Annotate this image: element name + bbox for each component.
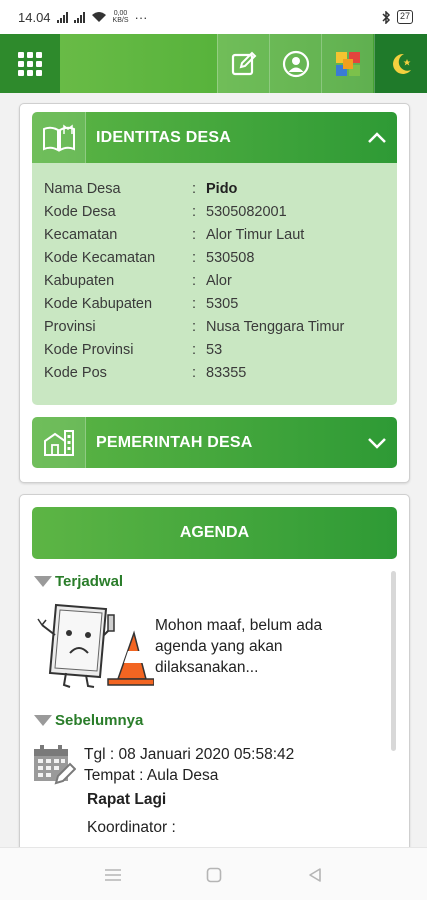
tiles-icon (335, 51, 360, 76)
info-colon: : (192, 364, 197, 381)
status-bar: 14.04 0,00 KB/S ··· 27 (0, 0, 427, 34)
info-row-kode-kecamatan: Kode Kecamatan : 530508 (32, 246, 397, 269)
chevron-down-icon[interactable] (357, 437, 397, 449)
system-nav-bar (0, 847, 427, 900)
home-square-icon (206, 867, 222, 883)
info-value: Alor (206, 272, 232, 289)
terjadwal-label: Terjadwal (55, 573, 124, 590)
info-value: Alor Timur Laut (206, 226, 305, 243)
info-colon: : (192, 180, 197, 197)
agenda-card: AGENDA Terjadwal Mohon maaf, belum ada a… (19, 494, 410, 864)
pemerintah-title: PEMERINTAH DESA (96, 433, 253, 451)
info-row-kode-kabupaten: Kode Kabupaten : 5305 (32, 292, 397, 315)
battery-icon: 27 (396, 10, 413, 24)
chevron-up-icon[interactable] (357, 131, 397, 144)
info-colon: : (192, 295, 197, 312)
bluetooth-icon (382, 10, 391, 24)
tiles-button[interactable] (321, 34, 373, 93)
info-row-kecamatan: Kecamatan : Alor Timur Laut (32, 223, 397, 246)
info-label: Kode Kecamatan (44, 249, 156, 266)
status-left: 14.04 0,00 KB/S ··· (18, 10, 148, 25)
agenda-scrollbar[interactable] (391, 571, 396, 751)
info-value: 530508 (206, 249, 255, 266)
info-row-kabupaten: Kabupaten : Alor (32, 269, 397, 292)
info-colon: : (192, 226, 197, 243)
info-value: 5305082001 (206, 203, 287, 220)
back-triangle-icon (309, 868, 321, 882)
moon-star-icon (393, 53, 411, 74)
back-button[interactable] (303, 865, 327, 885)
agenda-item-date: Tgl : 08 Januari 2020 05:58:42 (84, 746, 295, 763)
user-icon (282, 50, 309, 77)
info-colon: : (192, 203, 197, 220)
menu-lines-icon (105, 869, 121, 881)
empty-agenda-message: Mohon maaf, belum ada agenda yang akan d… (155, 617, 323, 676)
info-row-kode-provinsi: Kode Provinsi : 53 (32, 338, 397, 361)
sebelumnya-label: Sebelumnya (55, 712, 144, 729)
info-label: Kode Desa (44, 203, 116, 220)
info-value: Pido (206, 180, 238, 197)
net-speed: 0,00 KB/S (113, 10, 129, 24)
info-row-provinsi: Provinsi : Nusa Tenggara Timur (32, 315, 397, 338)
info-label: Kabupaten (44, 272, 115, 289)
calendar-edit-icon (34, 745, 76, 785)
info-colon: : (192, 318, 197, 335)
edit-button[interactable] (217, 34, 269, 93)
info-value: 5305 (206, 295, 239, 312)
info-colon: : (192, 272, 197, 289)
signal-icon (56, 11, 68, 23)
theme-button[interactable] (374, 34, 427, 93)
info-value: Nusa Tenggara Timur (206, 318, 345, 335)
info-row-nama-desa: Nama Desa : Pido (32, 177, 397, 200)
book-icon (32, 112, 86, 163)
collapse-triangle-icon (34, 715, 52, 726)
identitas-panel: Nama Desa : Pido Kode Desa : 5305082001 … (32, 163, 397, 405)
grid-menu-button[interactable] (0, 34, 60, 93)
info-value: 83355 (206, 364, 247, 381)
identitas-header[interactable]: IDENTITAS DESA (32, 112, 397, 163)
edit-icon (231, 51, 256, 75)
signal-icon-2 (73, 11, 85, 23)
collapse-triangle-icon (34, 576, 52, 587)
info-label: Nama Desa (44, 180, 121, 197)
info-value: 53 (206, 341, 223, 358)
sad-device-cone-illustration (37, 603, 154, 688)
app-bar (0, 34, 427, 93)
pemerintah-header[interactable]: PEMERINTAH DESA (32, 417, 397, 468)
home-button[interactable] (202, 865, 226, 885)
building-icon (32, 417, 86, 468)
info-row-kode-desa: Kode Desa : 5305082001 (32, 200, 397, 223)
info-label: Kode Kabupaten (44, 295, 153, 312)
profile-button[interactable] (269, 34, 321, 93)
clock: 14.04 (18, 9, 51, 25)
grid-menu-icon (18, 51, 42, 76)
recent-apps-button[interactable] (101, 865, 125, 885)
info-label: Provinsi (44, 318, 96, 335)
net-speed-unit: KB/S (112, 17, 129, 24)
info-colon: : (192, 249, 197, 266)
identitas-title: IDENTITAS DESA (96, 128, 231, 146)
info-label: Kode Pos (44, 364, 107, 381)
sebelumnya-header[interactable]: Sebelumnya (34, 712, 143, 729)
agenda-item-title[interactable]: Rapat Lagi (87, 791, 166, 809)
identitas-card: IDENTITAS DESA Nama Desa : Pido Kode Des… (19, 103, 410, 483)
status-right: 27 (382, 10, 413, 24)
net-speed-value: 0,00 (113, 10, 128, 17)
info-row-kode-pos: Kode Pos : 83355 (32, 361, 397, 384)
agenda-item-place: Tempat : Aula Desa (84, 767, 219, 784)
info-label: Kecamatan (44, 226, 118, 243)
wifi-icon (91, 12, 106, 22)
terjadwal-header[interactable]: Terjadwal (34, 573, 123, 590)
info-label: Kode Provinsi (44, 341, 134, 358)
agenda-header[interactable]: AGENDA (32, 507, 397, 559)
info-colon: : (192, 341, 197, 358)
more-indicator: ··· (134, 9, 148, 25)
agenda-item-coordinator: Koordinator : (87, 819, 176, 836)
